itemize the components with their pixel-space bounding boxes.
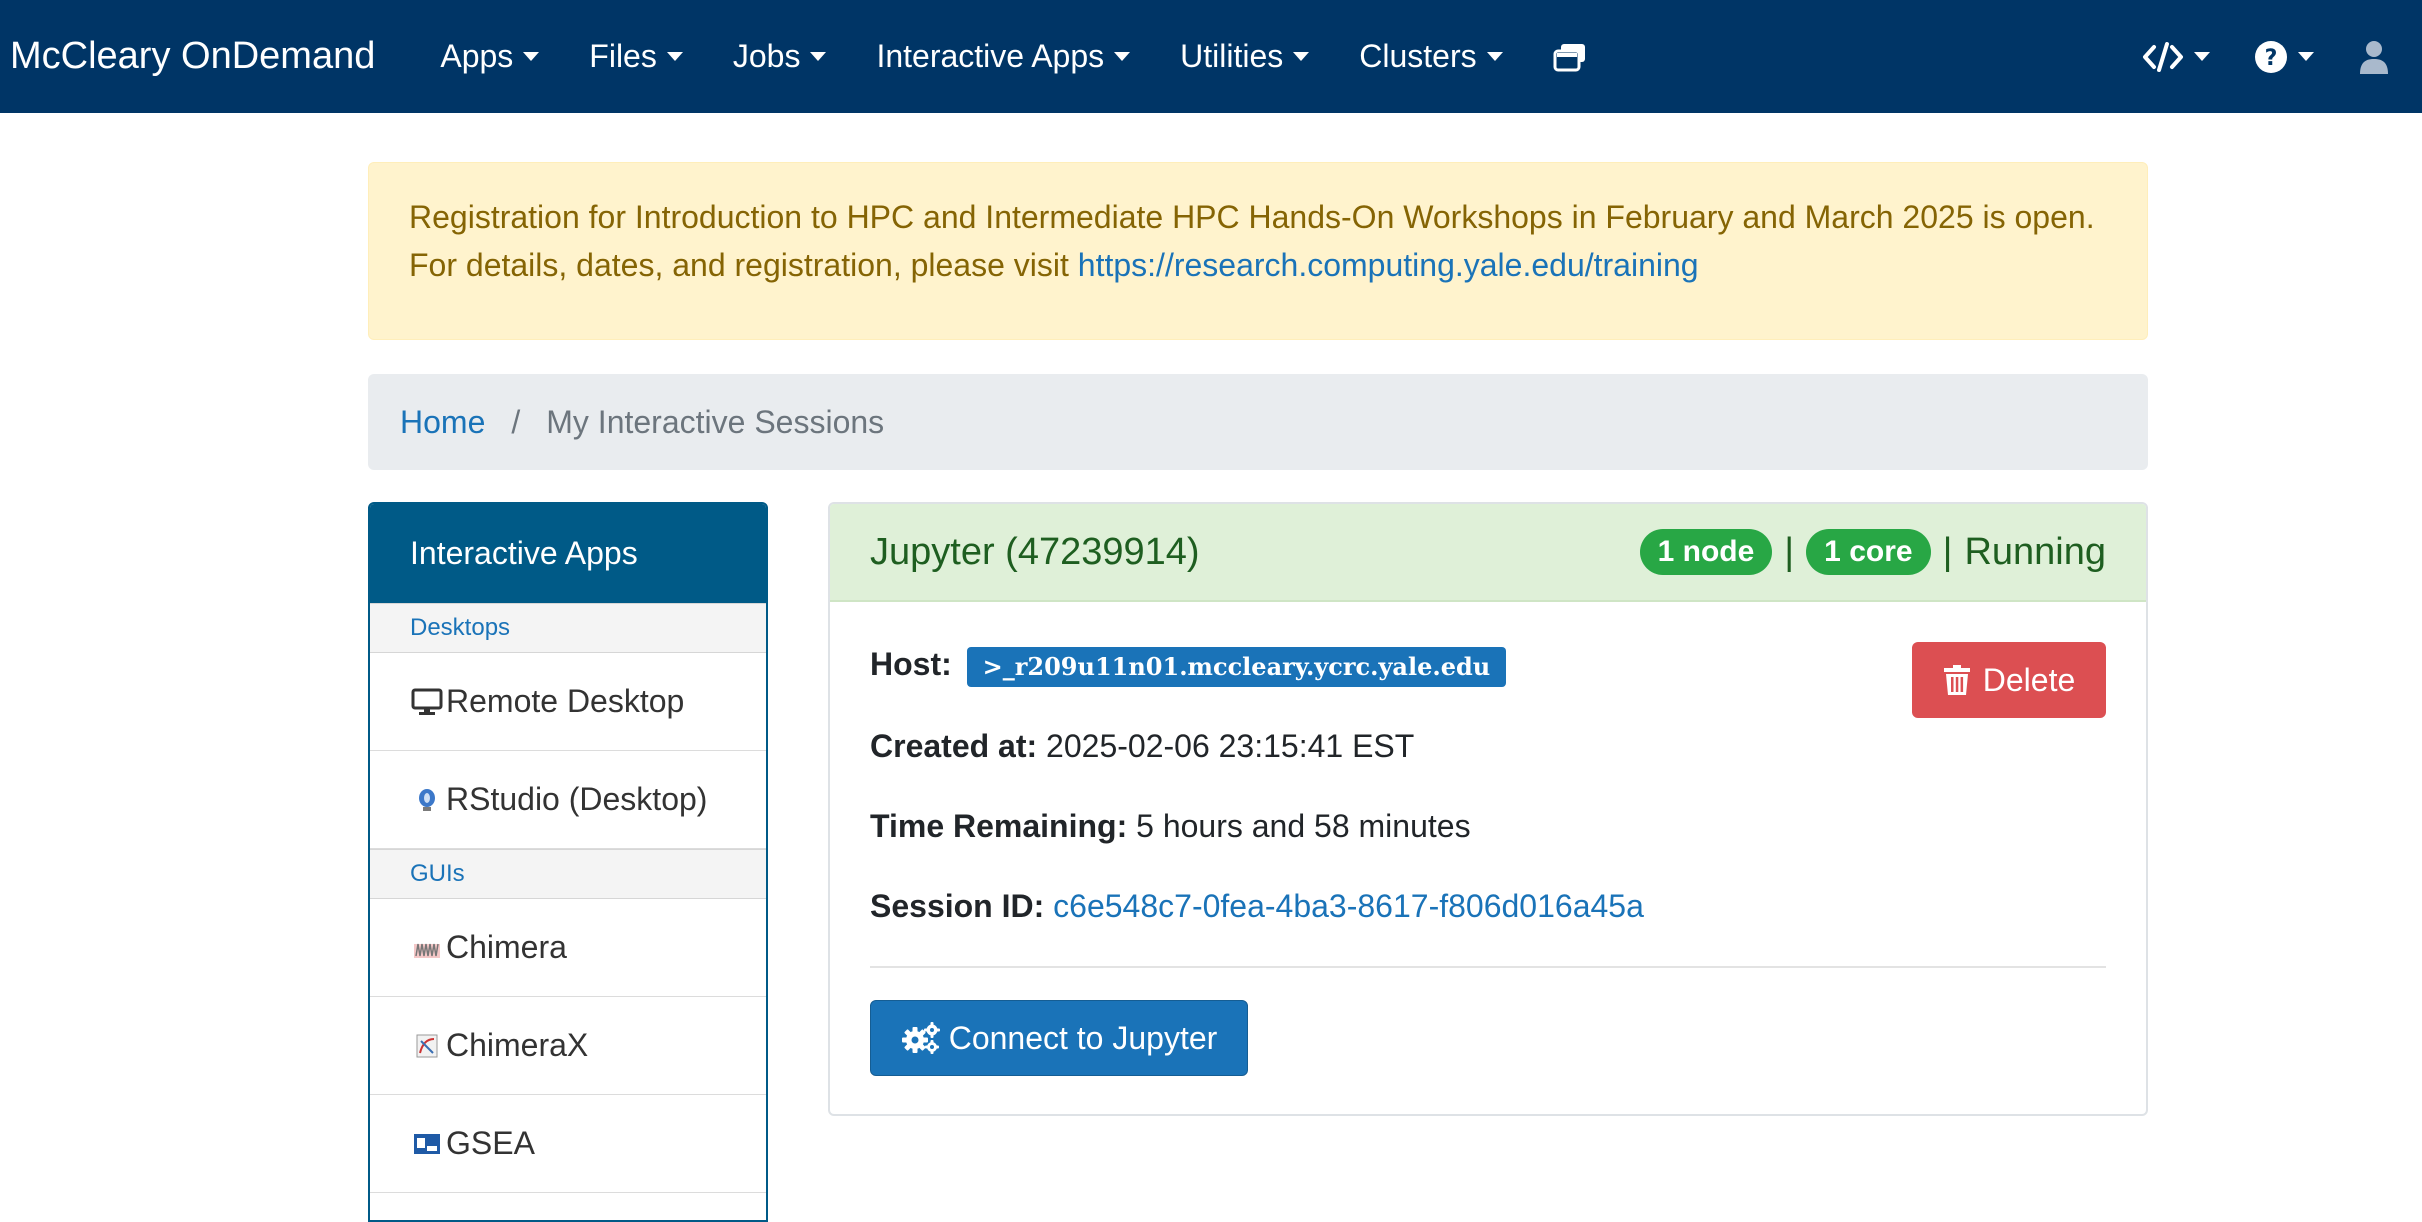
node-count-badge: 1 node xyxy=(1639,529,1773,575)
nav-menu-files[interactable]: Files xyxy=(589,38,683,75)
trash-icon xyxy=(1943,665,1970,695)
sidebar-item-remote-desktop[interactable]: Remote Desktop xyxy=(370,653,766,751)
session-status: Running xyxy=(1964,530,2106,573)
session-id-row: Session ID: c6e548c7-0fea-4ba3-8617-f806… xyxy=(870,888,1644,925)
brand-link[interactable]: McCleary OnDemand xyxy=(10,35,375,78)
rstudio-icon xyxy=(410,788,444,812)
sidebar-item-chimerax[interactable]: ChimeraX xyxy=(370,997,766,1095)
session-card: Jupyter (47239914) 1 node | 1 core | Run… xyxy=(828,502,2148,1116)
time-remaining-row: Time Remaining: 5 hours and 58 minutes xyxy=(870,808,1471,845)
host-row: Host: >_r209u11n01.mccleary.ycrc.yale.ed… xyxy=(870,646,1507,687)
caret-down-icon xyxy=(666,52,683,61)
connect-label: Connect to Jupyter xyxy=(948,1019,1218,1056)
separator: | xyxy=(1784,530,1795,573)
interactive-apps-sidebar: Interactive Apps Desktops Remote Desktop… xyxy=(368,502,768,1222)
svg-text:?: ? xyxy=(2265,46,2278,71)
sidebar-category-desktops: Desktops xyxy=(370,603,766,653)
gsea-icon xyxy=(410,1132,444,1156)
cogs-icon xyxy=(901,1022,940,1054)
session-card-header: Jupyter (47239914) 1 node | 1 core | Run… xyxy=(830,504,2146,602)
sidebar-item-label: Remote Desktop xyxy=(446,683,685,719)
caret-down-icon xyxy=(1293,52,1310,61)
top-navbar: McCleary OnDemand Apps Files Jobs Intera… xyxy=(0,0,2422,113)
chimerax-icon xyxy=(410,1033,444,1059)
caret-down-icon xyxy=(1114,52,1131,61)
sidebar-item-label: RStudio (Desktop) xyxy=(446,781,708,817)
nav-menu-label: Files xyxy=(589,38,657,74)
code-icon xyxy=(2143,41,2183,72)
sidebar-category-guis: GUIs xyxy=(370,849,766,899)
sidebar-title: Interactive Apps xyxy=(370,504,766,603)
caret-down-icon xyxy=(523,52,540,61)
sidebar-item-label: Chimera xyxy=(446,929,567,965)
breadcrumb-current: My Interactive Sessions xyxy=(546,403,885,440)
nav-menu-interactive-apps[interactable]: Interactive Apps xyxy=(876,38,1131,75)
developer-menu[interactable] xyxy=(2142,41,2210,72)
announcement-alert: Registration for Introduction to HPC and… xyxy=(368,162,2148,340)
all-sessions-button[interactable] xyxy=(1553,42,1587,72)
sidebar-item-label: ChimeraX xyxy=(446,1027,589,1063)
nav-menu-label: Utilities xyxy=(1180,38,1284,74)
breadcrumb-home-link[interactable]: Home xyxy=(400,404,485,441)
user-icon xyxy=(2360,40,2388,74)
breadcrumb: Home / My Interactive Sessions xyxy=(368,374,2148,470)
nav-menu-clusters[interactable]: Clusters xyxy=(1359,38,1503,75)
nav-menu-label: Apps xyxy=(440,38,514,74)
breadcrumb-separator: / xyxy=(511,403,521,440)
time-remaining-label: Time Remaining: xyxy=(870,808,1128,844)
created-at-label: Created at: xyxy=(870,728,1038,764)
help-menu[interactable]: ? xyxy=(2254,40,2314,74)
caret-down-icon xyxy=(810,52,827,61)
training-link[interactable]: https://research.computing.yale.edu/trai… xyxy=(1078,247,1699,283)
host-terminal-link[interactable]: >_r209u11n01.mccleary.ycrc.yale.edu xyxy=(966,646,1507,687)
user-menu[interactable] xyxy=(2358,40,2390,74)
nav-menu-jobs[interactable]: Jobs xyxy=(733,38,827,75)
time-remaining-value: 5 hours and 58 minutes xyxy=(1136,808,1471,844)
caret-down-icon xyxy=(2194,52,2210,61)
caret-down-icon xyxy=(1486,52,1503,61)
navbar-right: ? xyxy=(2120,40,2412,74)
session-status-group: 1 node | 1 core | Running xyxy=(1639,529,2106,575)
host-label: Host: xyxy=(870,646,952,682)
nav-menu-apps[interactable]: Apps xyxy=(440,38,540,75)
nav-menu-label: Interactive Apps xyxy=(876,38,1105,74)
session-id-label: Session ID: xyxy=(870,888,1045,924)
connect-to-jupyter-button[interactable]: Connect to Jupyter xyxy=(870,1000,1248,1076)
help-icon: ? xyxy=(2255,40,2287,73)
nav-menu-label: Clusters xyxy=(1359,38,1477,74)
divider xyxy=(870,966,2106,968)
delete-session-button[interactable]: Delete xyxy=(1912,642,2106,718)
monitor-icon xyxy=(410,688,444,716)
delete-label: Delete xyxy=(1982,661,2076,698)
sidebar-item-gsea[interactable]: GSEA xyxy=(370,1095,766,1193)
nav-menu-utilities[interactable]: Utilities xyxy=(1180,38,1310,75)
session-title: Jupyter (47239914) xyxy=(870,530,1200,573)
sidebar-item-rstudio-desktop[interactable]: RStudio (Desktop) xyxy=(370,751,766,849)
sidebar-item-chimera[interactable]: Chimera xyxy=(370,899,766,997)
windows-icon xyxy=(1553,43,1585,71)
separator: | xyxy=(1942,530,1953,573)
caret-down-icon xyxy=(2298,52,2314,61)
sidebar-item-label: GSEA xyxy=(446,1125,535,1161)
session-id-link[interactable]: c6e548c7-0fea-4ba3-8617-f806d016a45a xyxy=(1053,888,1644,924)
core-count-badge: 1 core xyxy=(1806,529,1931,575)
created-at-row: Created at: 2025-02-06 23:15:41 EST xyxy=(870,728,1414,765)
nav-menu-label: Jobs xyxy=(732,38,801,74)
chimera-icon xyxy=(410,936,444,960)
created-at-value: 2025-02-06 23:15:41 EST xyxy=(1046,728,1415,764)
